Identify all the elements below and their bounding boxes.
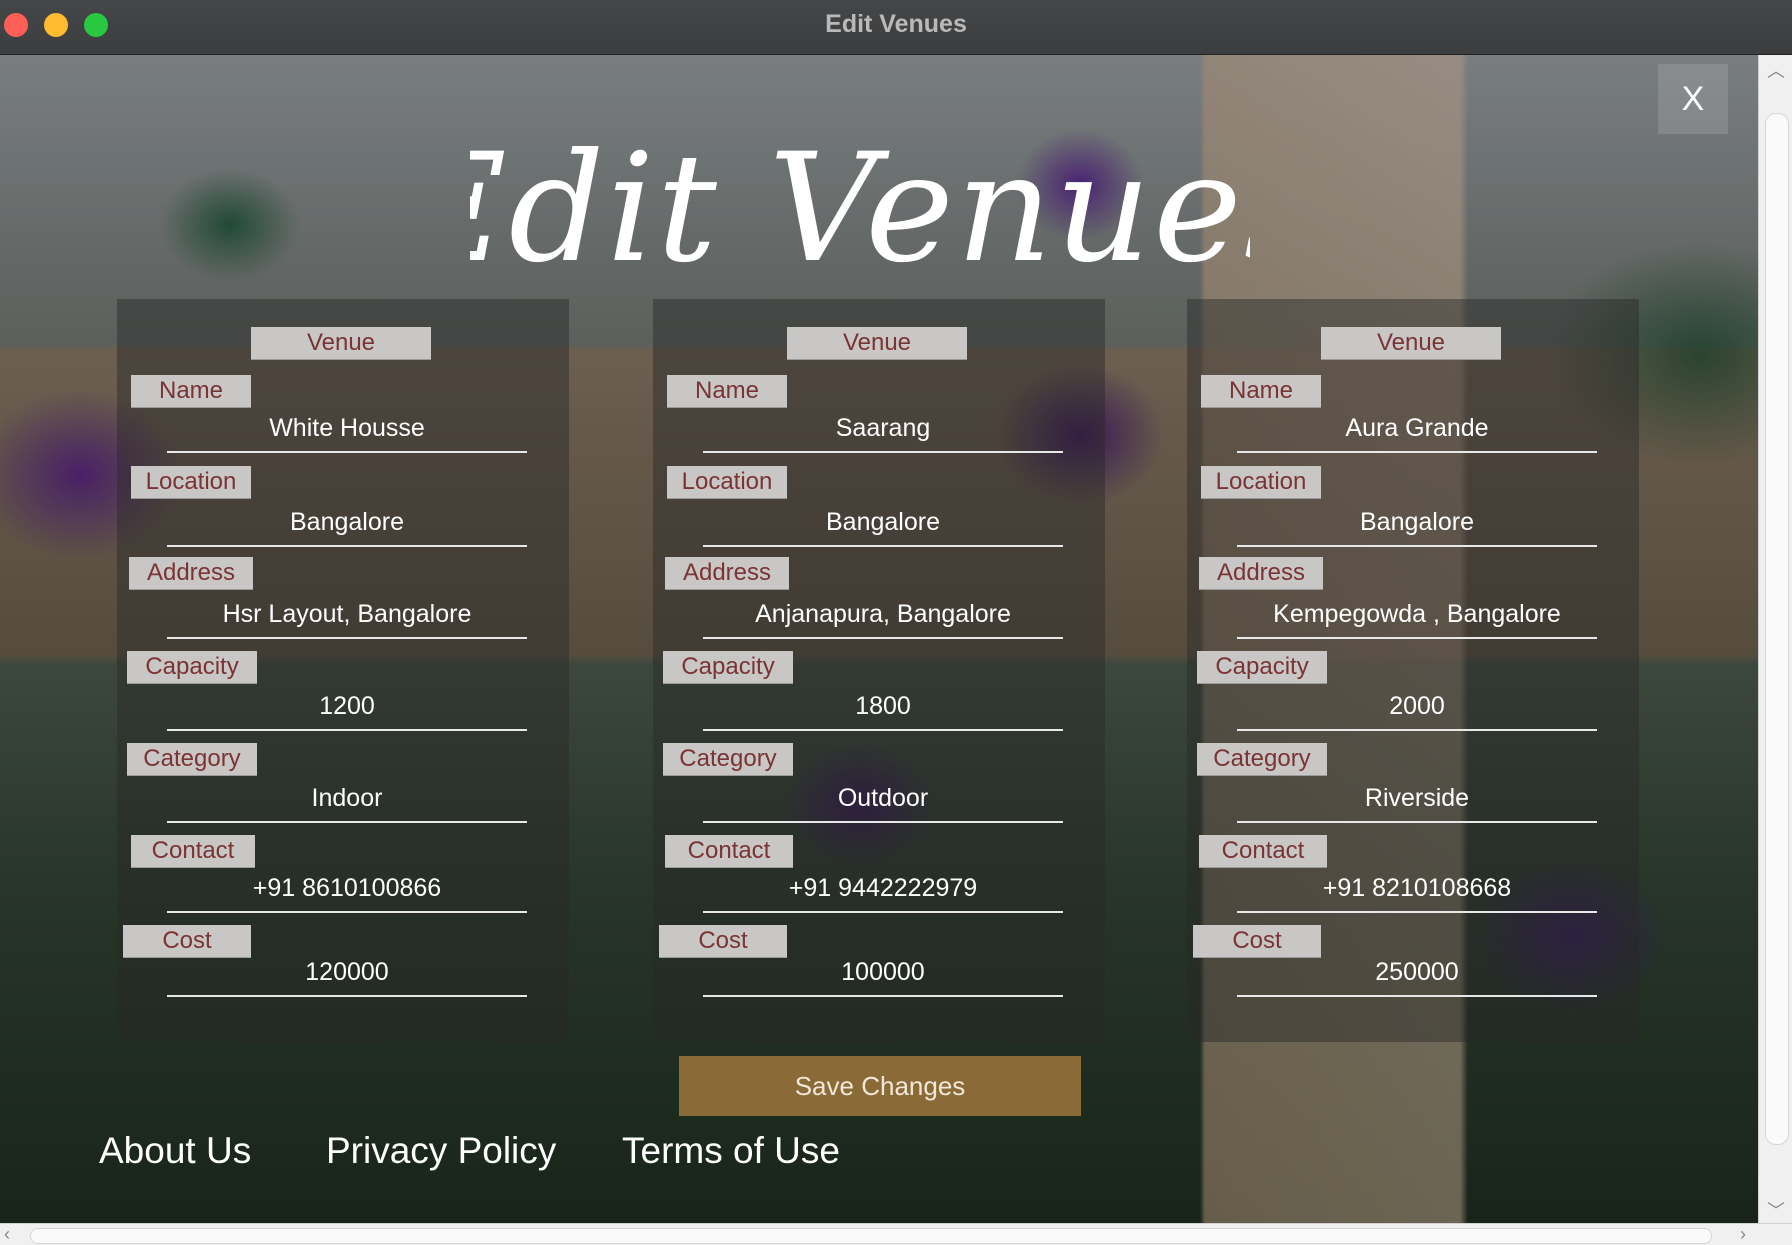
window-title: Edit Venues	[825, 10, 967, 38]
name-field[interactable]: White Housse	[167, 413, 527, 453]
venue-panel-1: Venue Name White Housse Location Bangalo…	[117, 299, 569, 1042]
capacity-label: Capacity	[1197, 651, 1327, 683]
contact-label: Contact	[1199, 835, 1327, 867]
background-image: X Edit Venues Venue Name White Housse Lo…	[0, 55, 1758, 1223]
category-field[interactable]: Riverside	[1237, 783, 1597, 823]
privacy-policy-link[interactable]: Privacy Policy	[326, 1130, 556, 1172]
category-field[interactable]: Indoor	[167, 783, 527, 823]
cost-field[interactable]: 100000	[703, 957, 1063, 997]
contact-field[interactable]: +91 8610100866	[167, 873, 527, 913]
cost-label: Cost	[1193, 925, 1321, 957]
location-field[interactable]: Bangalore	[167, 507, 527, 547]
vertical-scrollbar[interactable]: ︿ ﹀	[1758, 55, 1792, 1223]
contact-field[interactable]: +91 8210108668	[1237, 873, 1597, 913]
venue-label: Venue	[251, 327, 431, 359]
cost-field[interactable]: 250000	[1237, 957, 1597, 997]
address-label: Address	[665, 557, 789, 589]
capacity-field[interactable]: 1200	[167, 691, 527, 731]
capacity-field[interactable]: 1800	[703, 691, 1063, 731]
capacity-label: Capacity	[663, 651, 793, 683]
category-label: Category	[1197, 743, 1327, 775]
page-heading-text: Edit Venues	[470, 122, 1250, 290]
venue-panel-3: Venue Name Aura Grande Location Bangalor…	[1187, 299, 1639, 1042]
horizontal-scroll-thumb[interactable]	[30, 1228, 1712, 1244]
vertical-scroll-thumb[interactable]	[1765, 113, 1789, 1145]
capacity-field[interactable]: 2000	[1237, 691, 1597, 731]
page-heading: Edit Venues	[394, 110, 1321, 296]
capacity-label: Capacity	[127, 651, 257, 683]
horizontal-scrollbar[interactable]: ‹ ›	[0, 1223, 1792, 1245]
venue-label: Venue	[1321, 327, 1501, 359]
category-label: Category	[663, 743, 793, 775]
address-field[interactable]: Kempegowda , Bangalore	[1237, 599, 1597, 639]
location-label: Location	[667, 466, 787, 498]
close-button[interactable]: X	[1658, 64, 1728, 134]
cost-label: Cost	[123, 925, 251, 957]
venue-label: Venue	[787, 327, 967, 359]
contact-label: Contact	[131, 835, 255, 867]
address-field[interactable]: Hsr Layout, Bangalore	[167, 599, 527, 639]
name-label: Name	[667, 375, 787, 407]
name-field[interactable]: Saarang	[703, 413, 1063, 453]
name-label: Name	[131, 375, 251, 407]
address-label: Address	[129, 557, 253, 589]
address-label: Address	[1199, 557, 1323, 589]
scroll-down-icon[interactable]: ﹀	[1767, 1197, 1785, 1223]
category-label: Category	[127, 743, 257, 775]
contact-field[interactable]: +91 9442222979	[703, 873, 1063, 913]
scroll-right-icon[interactable]: ›	[1740, 1224, 1746, 1245]
contact-label: Contact	[665, 835, 793, 867]
name-field[interactable]: Aura Grande	[1237, 413, 1597, 453]
name-label: Name	[1201, 375, 1321, 407]
cost-field[interactable]: 120000	[167, 957, 527, 997]
about-us-link[interactable]: About Us	[99, 1130, 251, 1172]
save-changes-button[interactable]: Save Changes	[679, 1056, 1081, 1116]
location-label: Location	[1201, 466, 1321, 498]
title-bar: Edit Venues	[0, 0, 1792, 55]
location-field[interactable]: Bangalore	[703, 507, 1063, 547]
venue-panel-2: Venue Name Saarang Location Bangalore Ad…	[653, 299, 1105, 1042]
scroll-left-icon[interactable]: ‹	[4, 1224, 10, 1245]
location-label: Location	[131, 466, 251, 498]
scroll-up-icon[interactable]: ︿	[1767, 57, 1785, 83]
app-window: Edit Venues X Edit Venues Venue Name Whi…	[0, 0, 1792, 1245]
address-field[interactable]: Anjanapura, Bangalore	[703, 599, 1063, 639]
cost-label: Cost	[659, 925, 787, 957]
category-field[interactable]: Outdoor	[703, 783, 1063, 823]
terms-of-use-link[interactable]: Terms of Use	[622, 1130, 840, 1172]
location-field[interactable]: Bangalore	[1237, 507, 1597, 547]
